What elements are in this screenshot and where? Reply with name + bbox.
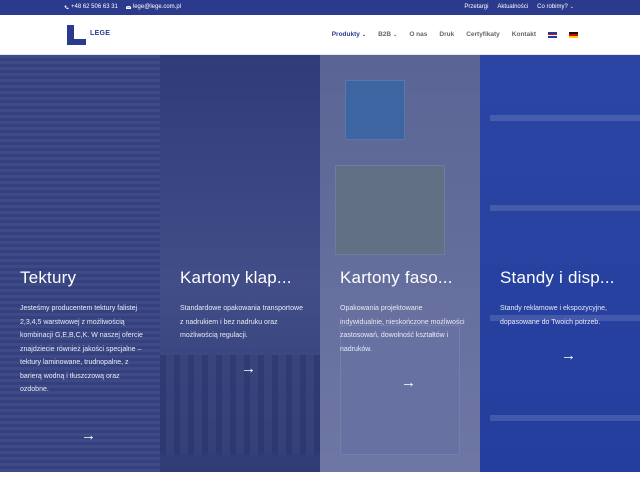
- chevron-down-icon: ⌄: [569, 4, 574, 10]
- topbar-link-co-robimy[interactable]: Co robimy? ⌄: [537, 4, 574, 10]
- panel-tektury[interactable]: Tektury Jesteśmy producentem tektury fal…: [0, 55, 160, 472]
- panel-standy-displaye[interactable]: Standy i disp... Standy reklamowe i eksp…: [480, 55, 640, 472]
- nav-item-certyfikaty[interactable]: Certyfikaty: [466, 31, 500, 38]
- envelope-icon: [125, 5, 131, 9]
- nav-item-kontakt[interactable]: Kontakt: [512, 31, 536, 38]
- main-nav: Produkty ⌄ B2B ⌄ O nas Druk Certyfikaty …: [332, 31, 578, 38]
- panel-description: Opakowania projektowane indywidualnie, n…: [340, 305, 465, 353]
- panel-description: Jesteśmy producentem tektury falistej 2,…: [20, 305, 143, 393]
- arrow-right-icon[interactable]: →: [241, 361, 256, 376]
- panel-title: Standy i disp...: [500, 268, 615, 287]
- logo-text: LEGE: [90, 30, 111, 37]
- panel-title: Tektury: [20, 268, 77, 287]
- logo[interactable]: LEGE: [67, 25, 110, 45]
- phone-number: +48 62 506 63 31: [71, 4, 118, 10]
- topbar-link-co-robimy-label: Co robimy?: [537, 4, 568, 10]
- top-bar: +48 62 506 63 31 lege@lege.com.pl Przeta…: [0, 0, 640, 15]
- panel-description: Standardowe opakowania transportowe z na…: [180, 305, 303, 339]
- nav-item-label: B2B: [378, 31, 392, 38]
- panel-title: Kartony klap...: [180, 268, 292, 287]
- topbar-link-przetargi[interactable]: Przetargi: [464, 4, 488, 10]
- panel-kartony-klapowe[interactable]: Kartony klap... Standardowe opakowania t…: [160, 55, 320, 472]
- panel-title: Kartony faso...: [340, 268, 453, 287]
- nav-item-produkty[interactable]: Produkty ⌄: [332, 31, 366, 38]
- email-link[interactable]: lege@lege.com.pl: [125, 4, 182, 10]
- arrow-right-icon[interactable]: →: [81, 428, 96, 443]
- topbar-link-aktualnosci[interactable]: Aktualności: [497, 4, 528, 10]
- nav-item-label: Produkty: [331, 31, 360, 38]
- site-header: LEGE Produkty ⌄ B2B ⌄ O nas Druk Certyfi…: [0, 15, 640, 55]
- nav-item-o-nas[interactable]: O nas: [409, 31, 427, 38]
- arrow-right-icon[interactable]: →: [401, 375, 416, 390]
- chevron-down-icon: ⌄: [361, 31, 367, 38]
- nav-item-b2b[interactable]: B2B ⌄: [378, 31, 397, 38]
- logo-mark: [67, 25, 87, 45]
- english-flag-icon[interactable]: [548, 31, 557, 38]
- nav-item-druk[interactable]: Druk: [439, 31, 454, 38]
- chevron-down-icon: ⌄: [393, 31, 398, 38]
- phone-icon: [64, 5, 69, 9]
- panel-kartony-fasonowe[interactable]: Kartony faso... Opakowania projektowane …: [320, 55, 480, 472]
- email-address: lege@lege.com.pl: [132, 4, 182, 10]
- phone-link[interactable]: +48 62 506 63 31: [64, 4, 118, 10]
- product-panels: Tektury Jesteśmy producentem tektury fal…: [0, 55, 640, 472]
- german-flag-icon[interactable]: [569, 31, 578, 38]
- panel-description: Standy reklamowe i ekspozycyjne, dopasow…: [500, 305, 607, 326]
- arrow-right-icon[interactable]: →: [561, 348, 576, 363]
- page-bottom: [0, 472, 640, 480]
